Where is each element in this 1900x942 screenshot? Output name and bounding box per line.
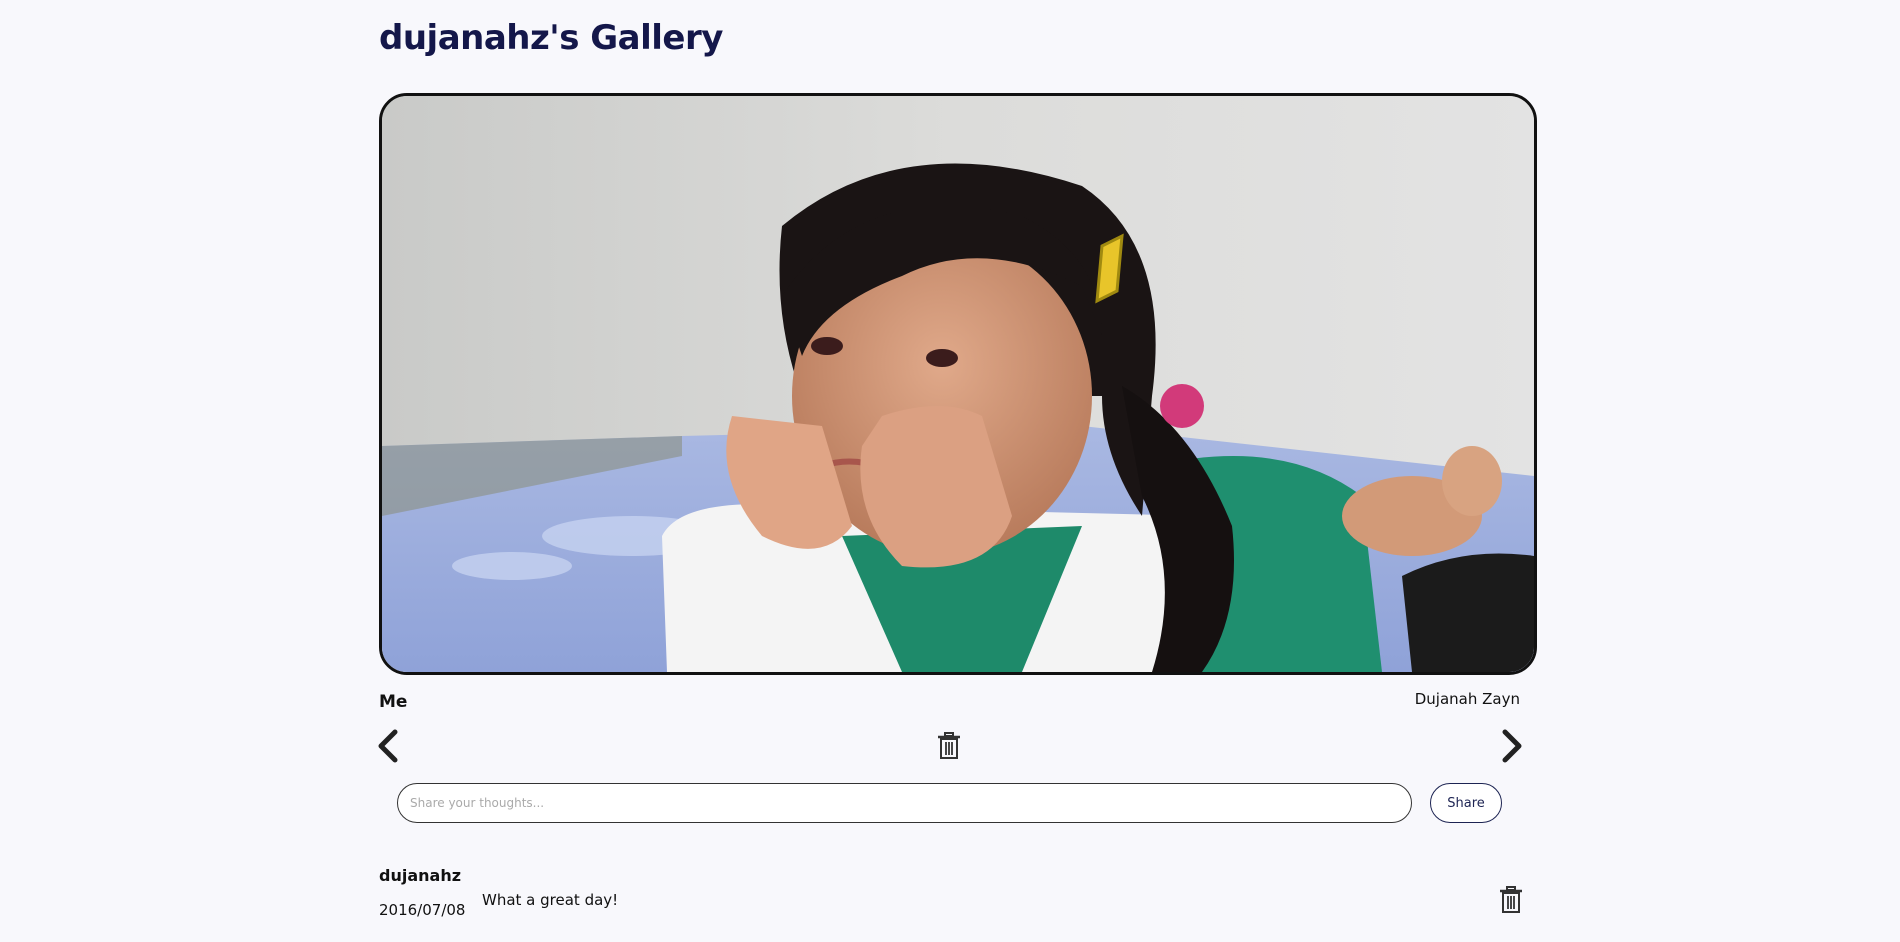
next-photo-button[interactable] bbox=[1497, 728, 1527, 764]
comment-username: dujanahz bbox=[379, 866, 462, 885]
chevron-left-icon bbox=[378, 729, 398, 763]
gallery-page: dujanahz's Gallery Me Dujanah Zayn Share… bbox=[0, 0, 1900, 942]
comment-input[interactable] bbox=[397, 783, 1412, 823]
photo-author: Dujanah Zayn bbox=[1414, 690, 1520, 708]
comment-text: What a great day! bbox=[482, 891, 619, 909]
previous-photo-button[interactable] bbox=[373, 728, 403, 764]
photo-viewer bbox=[379, 93, 1537, 675]
chevron-right-icon bbox=[1502, 729, 1522, 763]
comment-date: 2016/07/08 bbox=[379, 901, 466, 919]
trash-icon bbox=[938, 732, 960, 759]
gallery-photo bbox=[382, 96, 1534, 672]
share-button[interactable]: Share bbox=[1430, 783, 1502, 823]
delete-photo-button[interactable] bbox=[937, 732, 961, 760]
gallery-title: dujanahz's Gallery bbox=[379, 18, 723, 58]
trash-icon bbox=[1500, 886, 1522, 913]
photo-caption: Me bbox=[379, 692, 408, 712]
delete-comment-button[interactable] bbox=[1499, 886, 1523, 914]
